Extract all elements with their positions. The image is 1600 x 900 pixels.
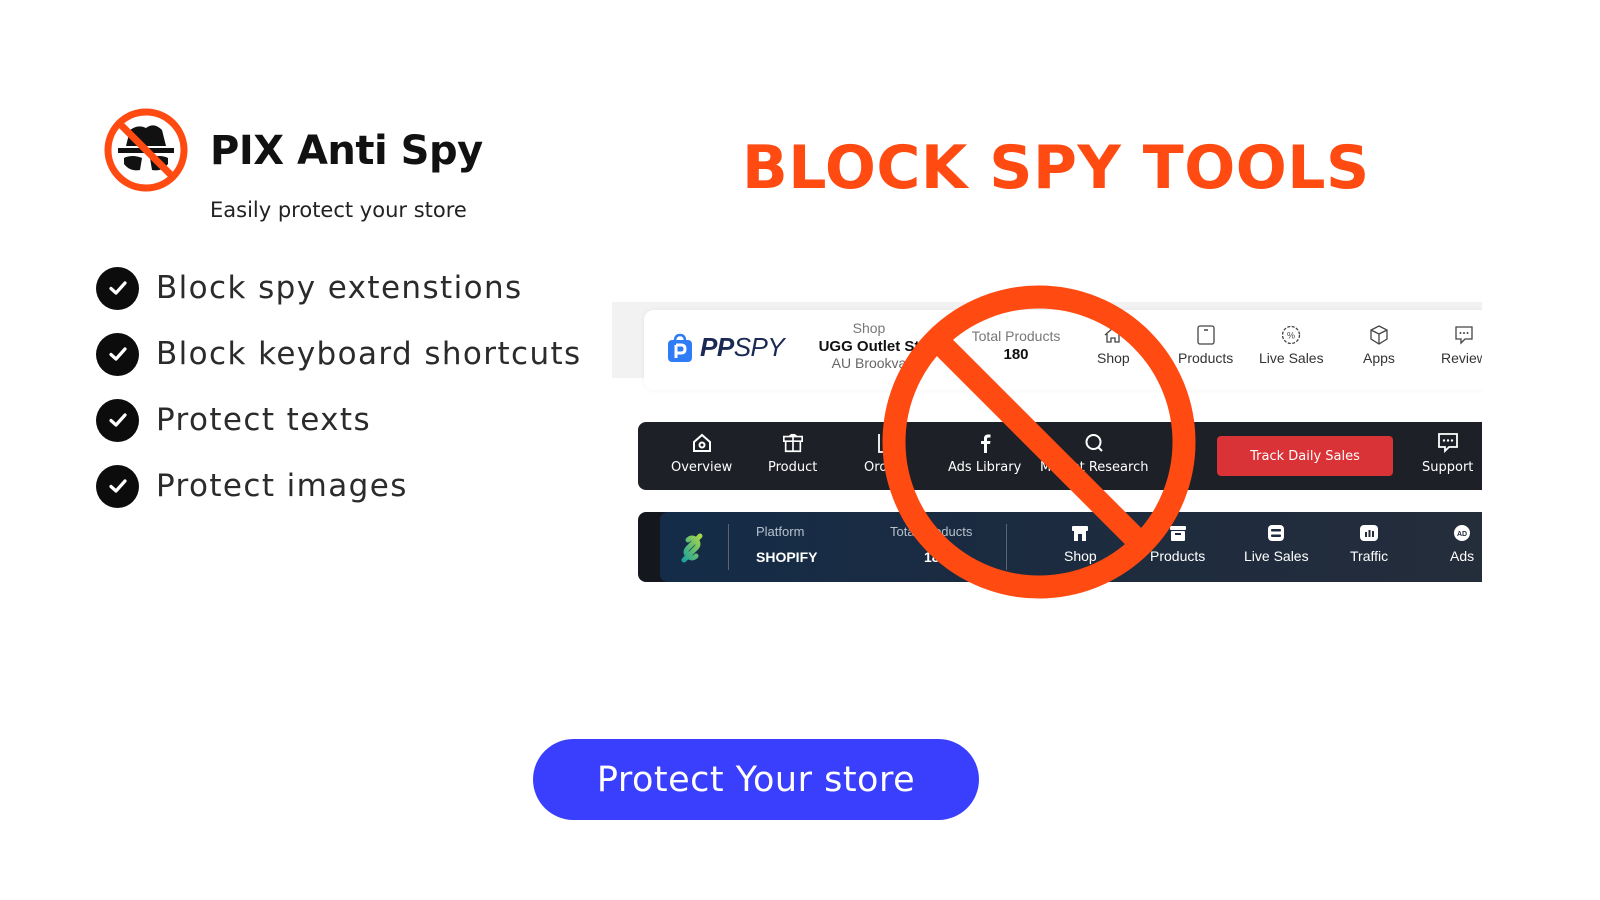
- nav-label: Apps: [1363, 350, 1395, 366]
- svg-text:%: %: [1287, 331, 1295, 341]
- facebook-icon: [980, 434, 991, 453]
- home-icon: [1104, 327, 1122, 343]
- ppspy-nav-live-sales[interactable]: % Live Sales: [1259, 324, 1324, 366]
- ppspy-nav-shop[interactable]: Shop: [1097, 324, 1130, 366]
- nav-label: Ads Library: [948, 460, 1022, 475]
- dark-nav-ads-library[interactable]: Ads Library: [948, 432, 1021, 475]
- shop-location: AU Brookva: [831, 355, 907, 371]
- protect-store-button[interactable]: Protect Your store: [533, 739, 979, 820]
- brand-tagline: Easily protect your store: [210, 198, 467, 222]
- ad-icon: AD: [1454, 525, 1471, 541]
- box-icon: [1196, 325, 1215, 345]
- platform-info: Platform SHOPIFY: [756, 524, 817, 565]
- nav-label: Review: [1441, 350, 1482, 366]
- brand-name: PIX Anti Spy: [210, 128, 483, 174]
- nav-label: Shop: [1097, 350, 1130, 366]
- feature-label: Block keyboard shortcuts: [156, 336, 582, 372]
- store-icon: [1072, 526, 1089, 541]
- feature-item: Protect texts: [96, 387, 582, 453]
- ppspy-nav-review[interactable]: Review: [1441, 324, 1482, 366]
- feature-item: Block keyboard shortcuts: [96, 321, 582, 387]
- feature-item: Block spy extenstions: [96, 255, 582, 321]
- shop-label: Shop: [852, 320, 886, 336]
- track-daily-sales-button[interactable]: Track Daily Sales: [1217, 436, 1393, 476]
- nav-label: Shop: [1064, 548, 1097, 564]
- svg-text:AD: AD: [1457, 531, 1467, 538]
- feature-label: Protect texts: [156, 402, 371, 438]
- nav-label: Live Sales: [1244, 548, 1309, 564]
- feature-label: Block spy extenstions: [156, 270, 523, 306]
- platform-label: Platform: [756, 524, 805, 539]
- feature-list: Block spy extenstions Block keyboard sho…: [96, 255, 582, 519]
- platform-value: SHOPIFY: [756, 549, 818, 565]
- shopping-bag-icon: [668, 333, 692, 362]
- ppspy-logo-bold: PP: [700, 332, 734, 362]
- total-products-label: Total Products: [890, 524, 973, 539]
- feature-label: Protect images: [156, 468, 408, 504]
- package-icon: [782, 433, 803, 453]
- spy-tool-logo: [681, 533, 703, 563]
- ppspy-nav-products[interactable]: Products: [1178, 324, 1233, 366]
- dark-nav-overview[interactable]: Overview: [671, 432, 732, 475]
- brand-logo: [102, 106, 190, 194]
- ppspy-shop-info: Shop UGG Outlet St AU Brookva: [809, 320, 929, 371]
- spy-tools-collage: PPSPY Shop UGG Outlet St AU Brookva Tota…: [612, 302, 1482, 592]
- nav-label: Market Research: [1040, 460, 1149, 475]
- nav-label: Ads: [1450, 548, 1475, 564]
- home-icon: [692, 433, 711, 452]
- shop-name: UGG Outlet St: [818, 338, 920, 355]
- ppspy-logo: PPSPY: [666, 332, 785, 363]
- search-icon: [1085, 434, 1103, 452]
- archive-icon: [1169, 526, 1186, 541]
- percent-badge-icon: %: [1282, 325, 1301, 345]
- nav-label: Overview: [671, 460, 733, 475]
- check-circle-icon: [96, 332, 139, 376]
- check-circle-icon: [96, 398, 139, 442]
- navy-nav-live-sales[interactable]: Live Sales: [1244, 524, 1309, 564]
- ppspy-toolbar: PPSPY Shop UGG Outlet St AU Brookva Tota…: [644, 310, 1482, 390]
- total-products-value: 180: [924, 549, 948, 565]
- dark-nav-market-research[interactable]: Market Research: [1040, 432, 1148, 475]
- nav-label: Support: [1422, 460, 1474, 475]
- navy-nav-products[interactable]: Products: [1150, 524, 1205, 564]
- navy-toolbar-inner: Platform SHOPIFY Total Products 180 Shop…: [660, 512, 1482, 582]
- nav-label: Live Sales: [1259, 350, 1324, 366]
- total-products-label: Total Products: [971, 328, 1061, 344]
- check-circle-icon: [96, 266, 139, 310]
- dark-spy-toolbar: Overview Product Orders Ads Library Mark…: [638, 422, 1482, 490]
- dark-nav-orders[interactable]: Orders: [864, 432, 908, 475]
- divider: [1006, 524, 1007, 570]
- check-circle-icon: [96, 464, 139, 508]
- navy-nav-shop[interactable]: Shop: [1064, 524, 1097, 564]
- spy-prohibited-icon: [104, 108, 188, 192]
- headline: BLOCK SPY TOOLS: [742, 133, 1370, 203]
- ppspy-nav-apps[interactable]: Apps: [1363, 324, 1395, 366]
- nav-label: Product: [768, 460, 818, 475]
- chat-icon: [1455, 326, 1473, 345]
- navy-spy-toolbar: Platform SHOPIFY Total Products 180 Shop…: [638, 512, 1482, 582]
- live-icon: [1268, 525, 1285, 541]
- chart-icon: [1360, 525, 1379, 541]
- cube-icon: [1370, 325, 1388, 345]
- dark-nav-support[interactable]: Support: [1422, 432, 1473, 475]
- nav-label: Products: [1178, 350, 1234, 366]
- total-products-value: 180: [1003, 346, 1029, 363]
- feature-item: Protect images: [96, 453, 582, 519]
- orders-icon: [877, 434, 893, 453]
- ppspy-logo-light: SPY: [733, 332, 785, 362]
- navy-nav-ads[interactable]: AD Ads: [1450, 524, 1474, 564]
- divider: [728, 524, 729, 570]
- nav-label: Products: [1150, 548, 1206, 564]
- dark-nav-product[interactable]: Product: [768, 432, 817, 475]
- nav-label: Traffic: [1350, 548, 1389, 564]
- nav-label: Orders: [864, 460, 908, 475]
- navy-nav-traffic[interactable]: Traffic: [1350, 524, 1388, 564]
- ppspy-total-products: Total Products 180: [956, 328, 1076, 363]
- navy-total-products: Total Products 180: [890, 524, 972, 565]
- chat-icon: [1437, 433, 1458, 454]
